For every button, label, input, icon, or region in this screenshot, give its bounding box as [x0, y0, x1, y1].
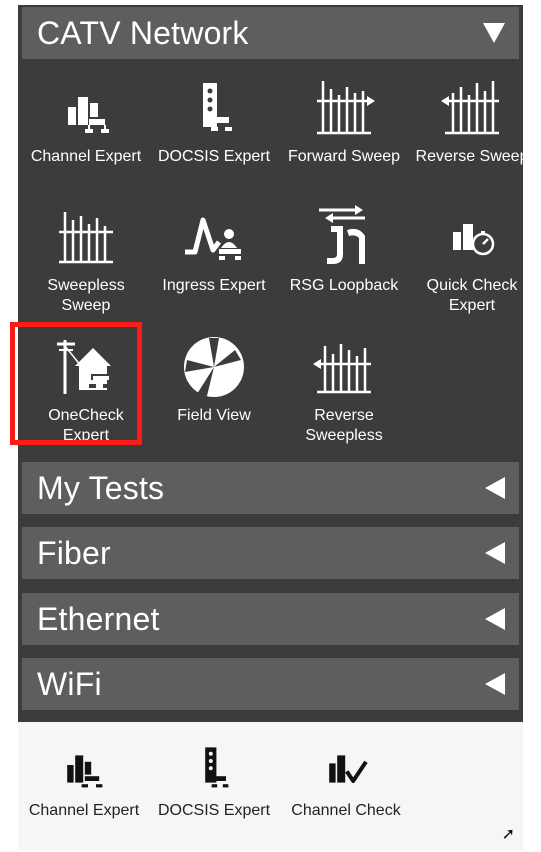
dock-app-label: Channel Check: [291, 802, 401, 819]
dock-app-channel-check[interactable]: Channel Check: [281, 744, 411, 820]
dock-app-label: DOCSIS Expert: [157, 802, 271, 819]
section-header-my-tests[interactable]: My Tests: [22, 462, 519, 514]
section-title: My Tests: [37, 469, 165, 506]
app-label: DOCSIS Expert: [157, 148, 271, 165]
app-sweepless-sweep[interactable]: Sweepless Sweep: [22, 202, 150, 316]
reverse-sweepless-icon: [313, 344, 371, 394]
dock-app-label: Channel Expert: [28, 802, 140, 819]
forward-sweep-icon: [317, 81, 375, 135]
ingress-expert-icon: [185, 217, 241, 260]
app-quick-check-expert[interactable]: Quick Check Expert: [408, 202, 536, 316]
section-header-catv-network[interactable]: CATV Network: [22, 7, 519, 59]
section-title: WiFi: [37, 665, 102, 702]
docsis-expert-icon: [203, 83, 232, 131]
app-label: RSG Loopback: [289, 277, 399, 294]
highlight-box: [10, 322, 142, 445]
dock-app-channel-expert[interactable]: Channel Expert: [19, 744, 149, 820]
reverse-sweep-icon: [441, 81, 499, 135]
section-header-fiber[interactable]: Fiber: [22, 527, 519, 579]
field-view-icon: [184, 337, 244, 397]
expand-arrow-icon: [485, 608, 505, 630]
expand-arrow-icon: [485, 477, 505, 499]
section-title: Ethernet: [37, 600, 160, 637]
app-label: Forward Sweep: [287, 148, 401, 165]
app-reverse-sweepless[interactable]: Reverse Sweepless: [280, 332, 408, 446]
app-rsg-loopback[interactable]: RSG Loopback: [280, 202, 408, 296]
app-channel-expert[interactable]: Channel Expert: [22, 73, 150, 167]
collapse-arrow-icon: [483, 23, 505, 43]
favorites-dock: Channel Expert DOCSIS Expert Channel Che…: [18, 722, 523, 850]
channel-expert-icon: [67, 755, 103, 788]
docsis-expert-icon: [205, 747, 229, 788]
app-forward-sweep[interactable]: Forward Sweep: [280, 73, 408, 167]
resize-arrow-icon[interactable]: ➚: [502, 824, 515, 844]
app-reverse-sweep[interactable]: Reverse Sweep: [408, 73, 536, 167]
app-label: Reverse Sweepless: [305, 407, 383, 444]
app-label: Ingress Expert: [162, 277, 266, 294]
app-label: Field View: [177, 407, 251, 424]
sweepless-sweep-icon: [59, 212, 113, 264]
app-label: Reverse Sweep: [415, 148, 529, 165]
channel-expert-icon: [68, 97, 109, 133]
app-label: Quick Check Expert: [426, 277, 518, 314]
section-header-ethernet[interactable]: Ethernet: [22, 593, 519, 645]
app-label: Sweepless Sweep: [47, 277, 125, 314]
expand-arrow-icon: [485, 542, 505, 564]
app-field-view[interactable]: Field View: [150, 332, 278, 426]
channel-check-icon: [329, 755, 368, 783]
rsg-loopback-icon: [319, 205, 365, 264]
section-title: CATV Network: [37, 14, 249, 51]
dock-app-docsis-expert[interactable]: DOCSIS Expert: [149, 744, 279, 820]
app-docsis-expert[interactable]: DOCSIS Expert: [150, 73, 278, 167]
app-ingress-expert[interactable]: Ingress Expert: [150, 202, 278, 296]
section-header-wifi[interactable]: WiFi: [22, 658, 519, 710]
app-label: Channel Expert: [30, 148, 142, 165]
expand-arrow-icon: [485, 673, 505, 695]
section-title: Fiber: [37, 534, 111, 571]
quick-check-icon: [453, 224, 495, 256]
